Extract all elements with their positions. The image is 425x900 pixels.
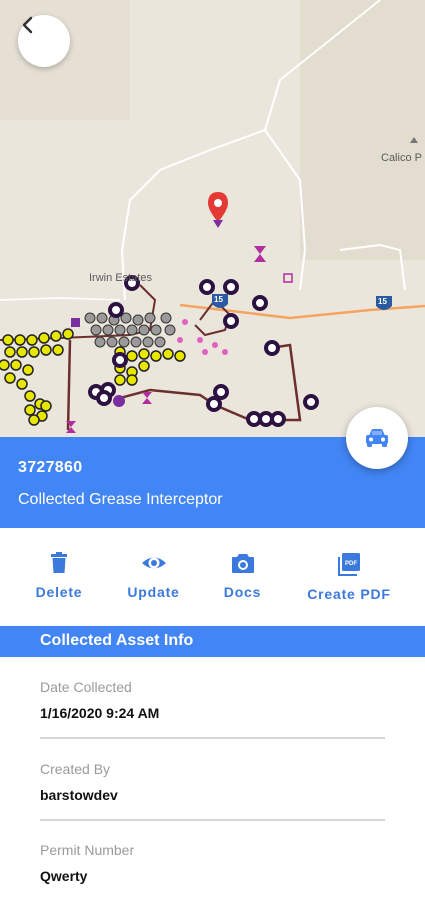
chevron-left-icon (22, 16, 33, 34)
field-label: Date Collected (40, 679, 132, 695)
field-value: barstowdev (40, 787, 118, 803)
svg-text:PDF: PDF (345, 561, 357, 567)
field-created-by: Created By barstowdev (40, 761, 385, 803)
field-permit-number: Permit Number Qwerty (40, 842, 385, 884)
map-label-irwin-estates: Irwin Estates (89, 272, 152, 284)
asset-id: 3727860 (18, 459, 83, 476)
pdf-icon: PDF (338, 553, 360, 576)
docs-label: Docs (223, 584, 262, 600)
map-label-calico: Calico P (381, 152, 422, 164)
field-label: Created By (40, 761, 111, 777)
camera-icon (231, 554, 254, 573)
eye-icon (141, 557, 166, 569)
map-view[interactable]: Irwin Estates Calico P 15 15 (0, 0, 425, 437)
delete-label: Delete (35, 584, 83, 600)
car-icon (366, 429, 388, 447)
field-value: Qwerty (40, 868, 88, 884)
field-label: Permit Number (40, 842, 135, 858)
section-header: Collected Asset Info (0, 626, 425, 657)
action-bar: Delete Update Docs PDF Create PDF (0, 528, 425, 626)
trash-icon (51, 552, 67, 573)
divider (40, 737, 385, 739)
map-canvas (0, 0, 425, 433)
docs-button[interactable]: Docs (222, 552, 263, 600)
back-button[interactable] (18, 15, 70, 67)
field-date-collected: Date Collected 1/16/2020 9:24 AM (40, 679, 385, 721)
delete-button[interactable]: Delete (33, 552, 85, 600)
map-pin-icon (208, 192, 228, 228)
asset-type: Collected Grease Interceptor (18, 491, 223, 508)
directions-button[interactable] (346, 407, 408, 469)
create-pdf-label: Create PDF (307, 586, 391, 602)
divider (40, 819, 385, 821)
interstate-label-a: 15 (214, 295, 223, 304)
update-button[interactable]: Update (125, 552, 182, 600)
create-pdf-button[interactable]: PDF Create PDF (303, 552, 395, 602)
field-value: 1/16/2020 9:24 AM (40, 705, 160, 721)
section-title: Collected Asset Info (40, 632, 194, 649)
interstate-label-b: 15 (378, 297, 387, 306)
update-label: Update (127, 584, 180, 600)
